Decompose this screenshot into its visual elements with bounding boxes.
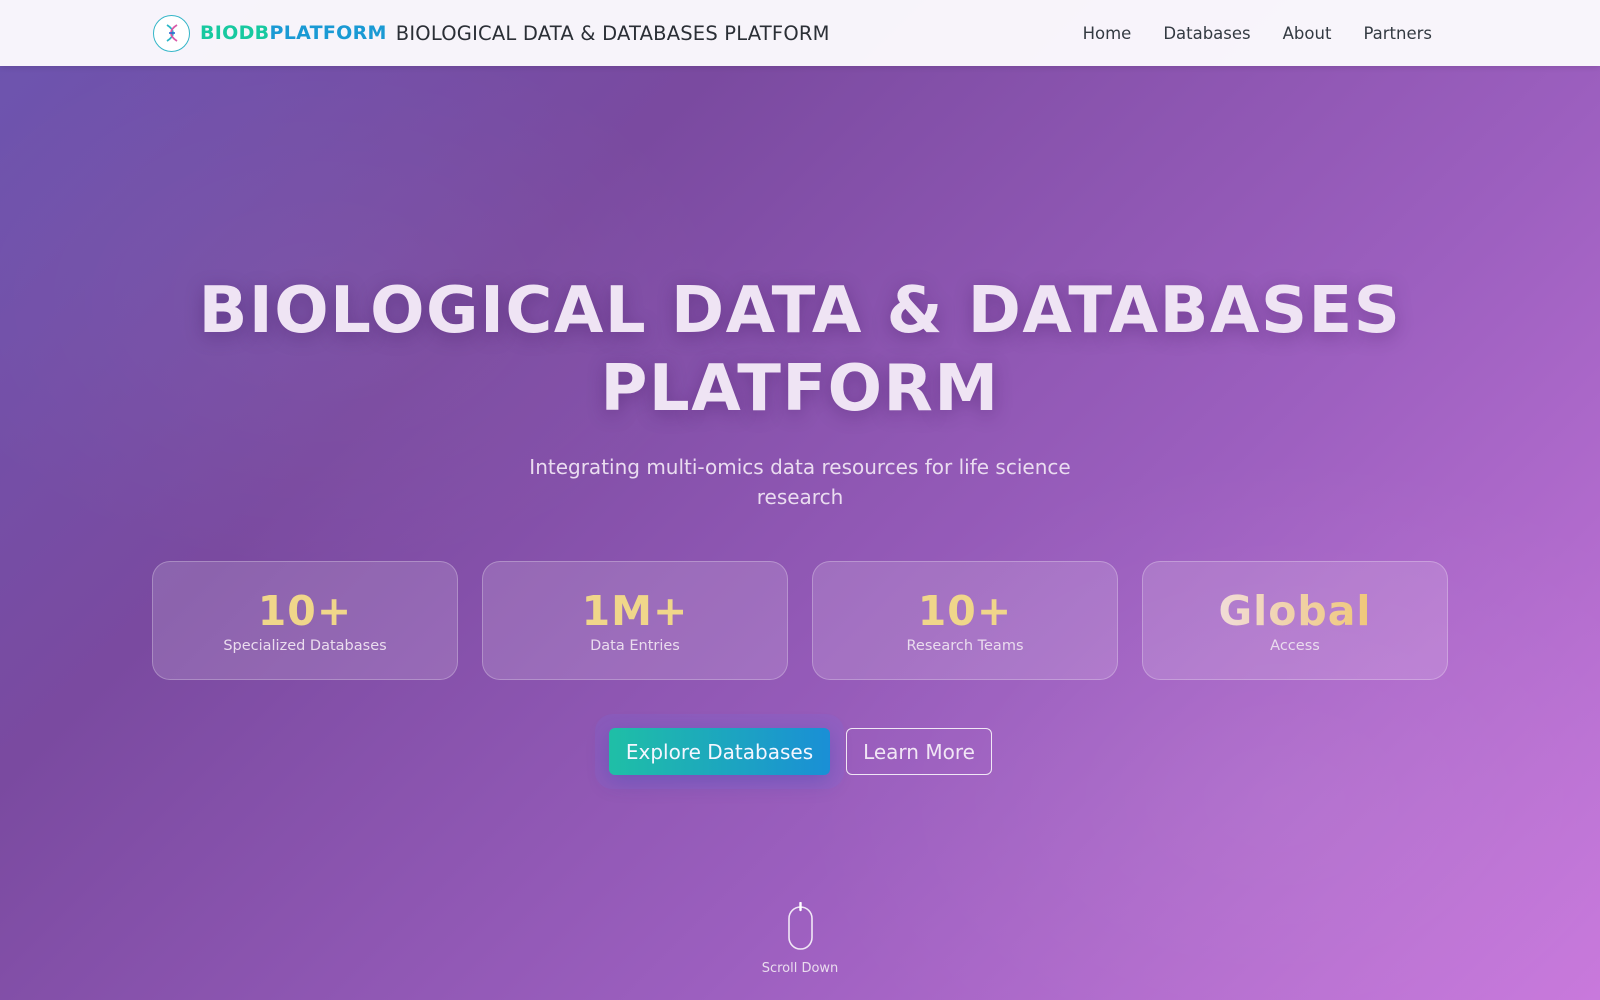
brand-name: BIODBPLATFORM — [200, 22, 387, 44]
nav-link-about[interactable]: About — [1283, 24, 1332, 43]
explore-databases-button[interactable]: Explore Databases — [609, 728, 830, 775]
brand-title: BIOLOGICAL DATA & DATABASES PLATFORM — [395, 21, 830, 45]
stat-card-teams: 10+ Research Teams — [812, 561, 1118, 680]
brand-name-part2: PLATFORM — [269, 22, 387, 44]
stat-value: 10+ — [917, 586, 1013, 635]
stat-label: Specialized Databases — [223, 637, 387, 654]
brand-name-part1: BIODB — [200, 22, 270, 44]
scroll-indicator[interactable]: Scroll Down — [750, 901, 850, 976]
stat-label: Data Entries — [590, 637, 680, 654]
nav-link-partners[interactable]: Partners — [1363, 24, 1432, 43]
hero-title: BIOLOGICAL DATA & DATABASES PLATFORM — [198, 274, 1402, 426]
stat-value: Global — [1218, 586, 1372, 635]
scroll-label: Scroll Down — [761, 961, 839, 976]
stat-label: Research Teams — [906, 637, 1024, 654]
stat-card-access: Global Access — [1142, 561, 1448, 680]
nav-link-home[interactable]: Home — [1083, 24, 1132, 43]
mouse-icon — [787, 901, 813, 950]
hero-subtitle: Integrating multi-omics data resources f… — [529, 455, 1071, 509]
stats-section: 10+ Specialized Databases 1M+ Data Entri… — [152, 561, 1448, 680]
stat-card-entries: 1M+ Data Entries — [482, 561, 788, 680]
navbar: BIODBPLATFORM BIOLOGICAL DATA & DATABASE… — [0, 0, 1600, 66]
stat-value: 1M+ — [581, 586, 689, 635]
stat-card-databases: 10+ Specialized Databases — [152, 561, 458, 680]
brand[interactable]: BIODBPLATFORM BIOLOGICAL DATA & DATABASE… — [153, 14, 830, 52]
stat-label: Access — [1270, 637, 1320, 654]
nav-link-databases[interactable]: Databases — [1163, 24, 1250, 43]
stat-value: 10+ — [257, 586, 353, 635]
dna-helix-icon — [153, 14, 190, 52]
nav-links: Home Databases About Partners — [1051, 0, 1432, 66]
learn-more-button[interactable]: Learn More — [846, 728, 992, 775]
